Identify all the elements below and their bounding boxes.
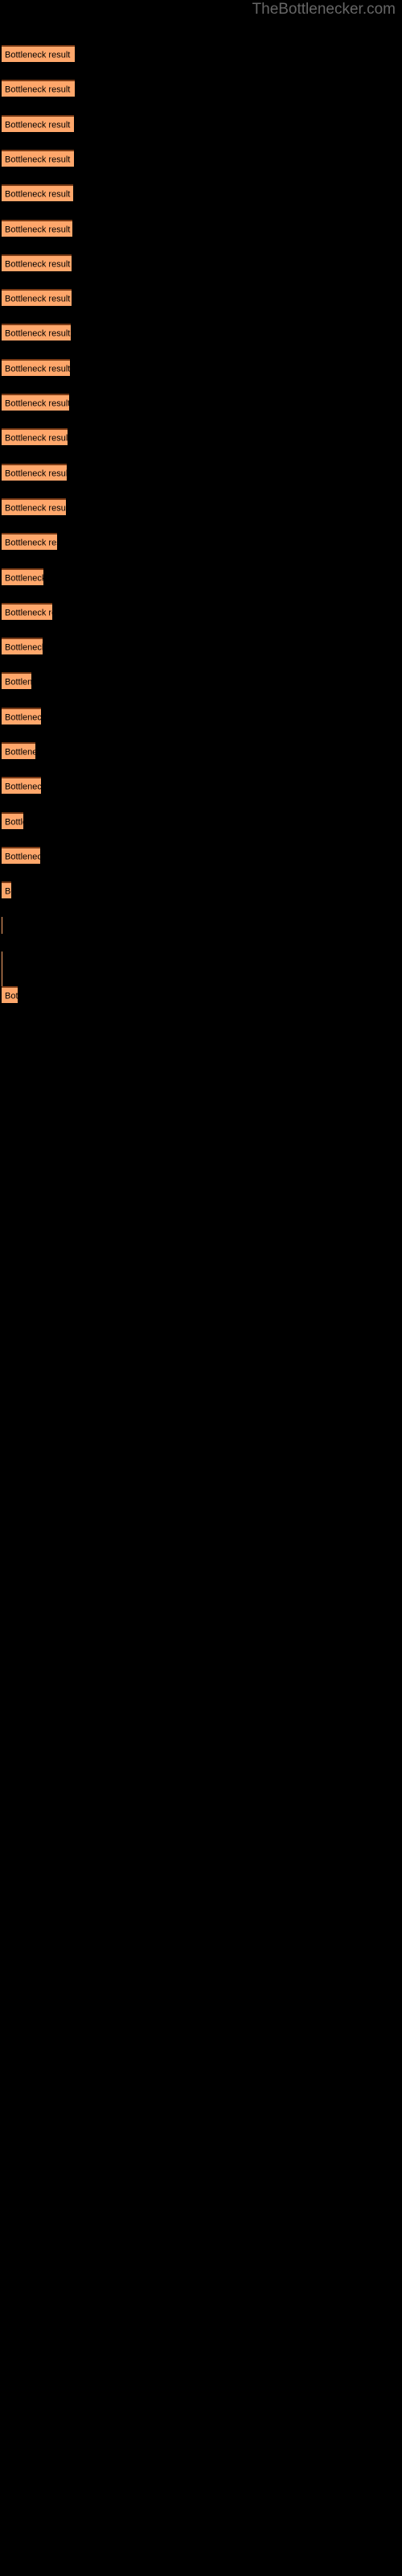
bar-21: Bottleneck result [2,742,35,759]
bar-10: Bottleneck result [2,359,70,376]
bar-4: Bottleneck result [2,150,74,167]
bar-label: Bottleneck result [5,642,43,653]
bar-8: Bottleneck result [2,289,72,306]
bar-label: Bottleneck result [5,886,11,897]
bar-label: Bottleneck result [5,259,71,270]
bar-11: Bottleneck result [2,394,69,411]
bar-label: Bottleneck result [5,294,71,304]
bar-7: Bottleneck result [2,254,72,271]
bar-label: Bottleneck result [5,991,18,1001]
bar-label: Bottleneck result [5,573,43,584]
bar-label: Bottleneck result [5,852,40,862]
bar-23: Bottleneck result [2,812,23,829]
bar-9: Bottleneck result [2,324,71,341]
bar-label: Bottleneck result [5,433,68,444]
bar-label: Bottleneck result [5,782,41,792]
bar-label: Bottleneck result [5,677,31,687]
bar-6: Bottleneck result [2,220,72,237]
bottleneck-chart-page: TheBottlenecker.com Bottleneck result Bot… [0,0,402,2576]
bar-18: Bottleneck result [2,638,43,654]
bar-label: Bottleneck result [5,747,35,758]
bar-label: Bottleneck result [5,85,71,95]
bar-label: Bottleneck result [5,538,57,548]
bar-label: Bottleneck result [5,155,71,165]
bar-22: Bottleneck result [2,777,41,794]
bar-25: Bottleneck result [2,881,11,898]
bar-label: Bottleneck result [5,398,69,409]
bar-20: Bottleneck result [2,708,41,724]
bar-label: Bottleneck result [5,189,71,200]
bar-24: Bottleneck result [2,847,40,864]
bar-label: Bottleneck result [5,328,71,339]
bar-15: Bottleneck result [2,533,57,550]
bar-13: Bottleneck result [2,464,67,481]
bar-label: Bottleneck result [5,712,41,723]
bar-17: Bottleneck result [2,603,52,620]
bar-label: Bottleneck result [5,364,70,374]
bar-label: Bottleneck result [5,120,71,130]
bar-label: Bottleneck result [5,817,23,828]
horizontal-bar-chart: Bottleneck result Bottleneck result Bottle… [0,0,402,2576]
bar-label: Bottleneck result [5,50,71,60]
bar-19: Bottleneck result [2,672,31,689]
bar-12: Bottleneck result [2,428,68,445]
bar-5: Bottleneck result [2,184,73,201]
bar-14: Bottleneck result [2,498,66,515]
bar-2: Bottleneck result [2,80,75,97]
bar-1: Bottleneck result [2,45,75,62]
bar-label: Bottleneck result [5,469,67,479]
bar-16: Bottleneck result [2,568,43,585]
bar-label: Bottleneck result [5,608,52,618]
bar-28: Bottleneck result [2,986,18,1003]
bar-label: Bottleneck result [5,503,66,514]
bar-3: Bottleneck result [2,115,74,132]
bar-label: Bottleneck result [5,225,71,235]
